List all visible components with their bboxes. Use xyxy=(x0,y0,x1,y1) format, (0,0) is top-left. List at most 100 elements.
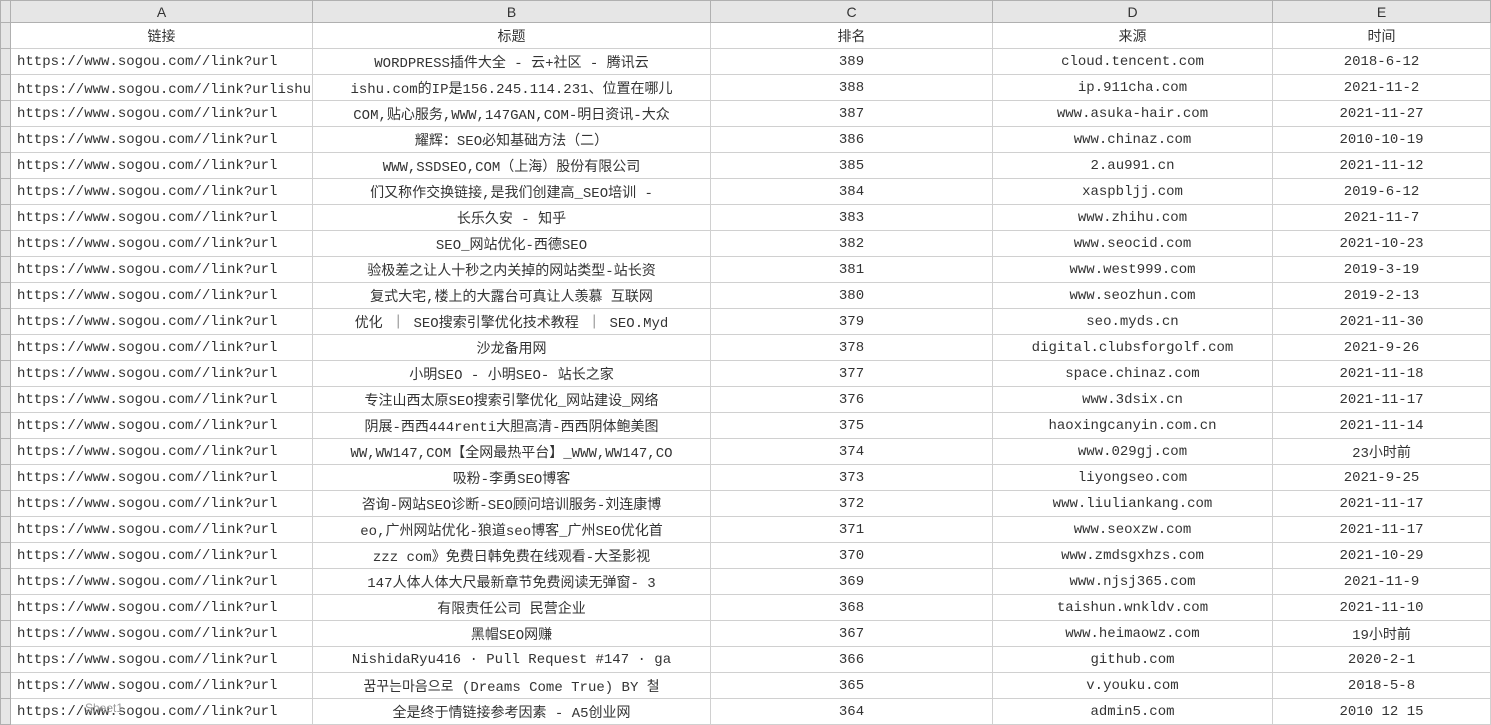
sheet-tab[interactable]: Sheet1 xyxy=(85,701,123,715)
header-link[interactable]: 链接 xyxy=(11,23,313,49)
cell-rank[interactable]: 368 xyxy=(711,595,993,621)
cell-link[interactable]: https://www.sogou.com//link?urlishu.com的… xyxy=(11,75,313,101)
cell-source[interactable]: www.zhihu.com xyxy=(993,205,1273,231)
cell-title[interactable]: 长乐久安 - 知乎 xyxy=(313,205,711,231)
cell-title[interactable]: WWW,SSDSEO,COM（上海）股份有限公司 xyxy=(313,153,711,179)
cell-time[interactable]: 2020-2-1 xyxy=(1273,647,1491,673)
cell-time[interactable]: 2021-11-7 xyxy=(1273,205,1491,231)
cell-title[interactable]: 验极差之让人十秒之内关掉的网站类型-站长资 xyxy=(313,257,711,283)
row-header[interactable] xyxy=(1,595,11,621)
cell-source[interactable]: taishun.wnkldv.com xyxy=(993,595,1273,621)
cell-link[interactable]: https://www.sogou.com//link?url xyxy=(11,205,313,231)
cell-link[interactable]: https://www.sogou.com//link?url xyxy=(11,257,313,283)
header-rank[interactable]: 排名 xyxy=(711,23,993,49)
col-header-A[interactable]: A xyxy=(11,1,313,23)
row-header[interactable] xyxy=(1,23,11,49)
cell-time[interactable]: 2021-10-29 xyxy=(1273,543,1491,569)
row-header[interactable] xyxy=(1,361,11,387)
cell-source[interactable]: space.chinaz.com xyxy=(993,361,1273,387)
cell-rank[interactable]: 383 xyxy=(711,205,993,231)
cell-title[interactable]: 沙龙备用网 xyxy=(313,335,711,361)
cell-title[interactable]: 们又称作交换链接,是我们创建高_SEO培训 - xyxy=(313,179,711,205)
cell-title[interactable]: SEO_网站优化-西德SEO xyxy=(313,231,711,257)
cell-rank[interactable]: 380 xyxy=(711,283,993,309)
spreadsheet-grid[interactable]: A B C D E 链接标题排名来源时间https://www.sogou.co… xyxy=(0,0,1491,725)
cell-source[interactable]: 2.au991.cn xyxy=(993,153,1273,179)
cell-time[interactable]: 2019-3-19 xyxy=(1273,257,1491,283)
cell-link[interactable]: https://www.sogou.com//link?url xyxy=(11,465,313,491)
row-header[interactable] xyxy=(1,413,11,439)
cell-rank[interactable]: 370 xyxy=(711,543,993,569)
cell-time[interactable]: 2018-6-12 xyxy=(1273,49,1491,75)
cell-link[interactable]: https://www.sogou.com//link?url xyxy=(11,179,313,205)
cell-link[interactable]: https://www.sogou.com//link?url xyxy=(11,647,313,673)
cell-source[interactable]: www.chinaz.com xyxy=(993,127,1273,153)
cell-rank[interactable]: 384 xyxy=(711,179,993,205)
row-header[interactable] xyxy=(1,49,11,75)
cell-link[interactable]: https://www.sogou.com//link?url xyxy=(11,101,313,127)
cell-source[interactable]: www.seocid.com xyxy=(993,231,1273,257)
cell-source[interactable]: www.heimaowz.com xyxy=(993,621,1273,647)
cell-title[interactable]: ishu.com的IP是156.245.114.231、位置在哪儿 xyxy=(313,75,711,101)
cell-time[interactable]: 2021-9-25 xyxy=(1273,465,1491,491)
cell-source[interactable]: www.3dsix.cn xyxy=(993,387,1273,413)
col-header-B[interactable]: B xyxy=(313,1,711,23)
row-header[interactable] xyxy=(1,153,11,179)
cell-time[interactable]: 2021-11-30 xyxy=(1273,309,1491,335)
row-header[interactable] xyxy=(1,465,11,491)
header-title[interactable]: 标题 xyxy=(313,23,711,49)
cell-link[interactable]: https://www.sogou.com//link?url xyxy=(11,491,313,517)
cell-rank[interactable]: 372 xyxy=(711,491,993,517)
cell-title[interactable]: 阴展-西西444renti大胆高清-西西阴体鲍美图 xyxy=(313,413,711,439)
cell-link[interactable]: https://www.sogou.com//link?url xyxy=(11,569,313,595)
cell-link[interactable]: https://www.sogou.com//link?url xyxy=(11,153,313,179)
cell-time[interactable]: 2019-2-13 xyxy=(1273,283,1491,309)
cell-link[interactable]: https://www.sogou.com//link?url xyxy=(11,543,313,569)
row-header[interactable] xyxy=(1,179,11,205)
cell-rank[interactable]: 371 xyxy=(711,517,993,543)
cell-title[interactable]: WW,WW147,COM【全网最热平台】_WWW,WW147,CO xyxy=(313,439,711,465)
cell-time[interactable]: 2021-11-17 xyxy=(1273,517,1491,543)
cell-time[interactable]: 2021-9-26 xyxy=(1273,335,1491,361)
cell-rank[interactable]: 379 xyxy=(711,309,993,335)
cell-link[interactable]: https://www.sogou.com//link?url xyxy=(11,517,313,543)
cell-source[interactable]: www.west999.com xyxy=(993,257,1273,283)
cell-title[interactable]: eo,广州网站优化-狼道seo博客_广州SEO优化首 xyxy=(313,517,711,543)
cell-link[interactable]: https://www.sogou.com//link?url xyxy=(11,413,313,439)
cell-source[interactable]: www.029gj.com xyxy=(993,439,1273,465)
row-header[interactable] xyxy=(1,621,11,647)
cell-rank[interactable]: 378 xyxy=(711,335,993,361)
cell-time[interactable]: 2021-11-12 xyxy=(1273,153,1491,179)
cell-source[interactable]: v.youku.com xyxy=(993,673,1273,699)
cell-time[interactable]: 2021-11-27 xyxy=(1273,101,1491,127)
header-time[interactable]: 时间 xyxy=(1273,23,1491,49)
cell-rank[interactable]: 375 xyxy=(711,413,993,439)
select-all-corner[interactable] xyxy=(1,1,11,23)
row-header[interactable] xyxy=(1,231,11,257)
row-header[interactable] xyxy=(1,75,11,101)
cell-link[interactable]: https://www.sogou.com//link?url xyxy=(11,309,313,335)
cell-rank[interactable]: 389 xyxy=(711,49,993,75)
cell-rank[interactable]: 365 xyxy=(711,673,993,699)
cell-title[interactable]: 优化 ｜ SEO搜索引擎优化技术教程 ｜ SEO.Myd xyxy=(313,309,711,335)
row-header[interactable] xyxy=(1,543,11,569)
cell-rank[interactable]: 385 xyxy=(711,153,993,179)
cell-source[interactable]: www.liuliankang.com xyxy=(993,491,1273,517)
row-header[interactable] xyxy=(1,309,11,335)
cell-rank[interactable]: 381 xyxy=(711,257,993,283)
cell-time[interactable]: 2018-5-8 xyxy=(1273,673,1491,699)
cell-rank[interactable]: 369 xyxy=(711,569,993,595)
cell-title[interactable]: zzz com》免费日韩免费在线观看-大圣影视 xyxy=(313,543,711,569)
cell-time[interactable]: 2010 12 15 xyxy=(1273,699,1491,725)
cell-link[interactable]: https://www.sogou.com//link?url xyxy=(11,595,313,621)
cell-link[interactable]: https://www.sogou.com//link?url xyxy=(11,361,313,387)
cell-link[interactable]: https://www.sogou.com//link?url xyxy=(11,231,313,257)
row-header[interactable] xyxy=(1,283,11,309)
row-header[interactable] xyxy=(1,699,11,725)
cell-source[interactable]: xaspbljj.com xyxy=(993,179,1273,205)
cell-title[interactable]: 复式大宅,楼上的大露台可真让人羡慕 互联网 xyxy=(313,283,711,309)
row-header[interactable] xyxy=(1,673,11,699)
cell-link[interactable]: https://www.sogou.com//link?url xyxy=(11,283,313,309)
cell-title[interactable]: 꿈꾸는마음으로 (Dreams Come True) BY 철 xyxy=(313,673,711,699)
row-header[interactable] xyxy=(1,335,11,361)
